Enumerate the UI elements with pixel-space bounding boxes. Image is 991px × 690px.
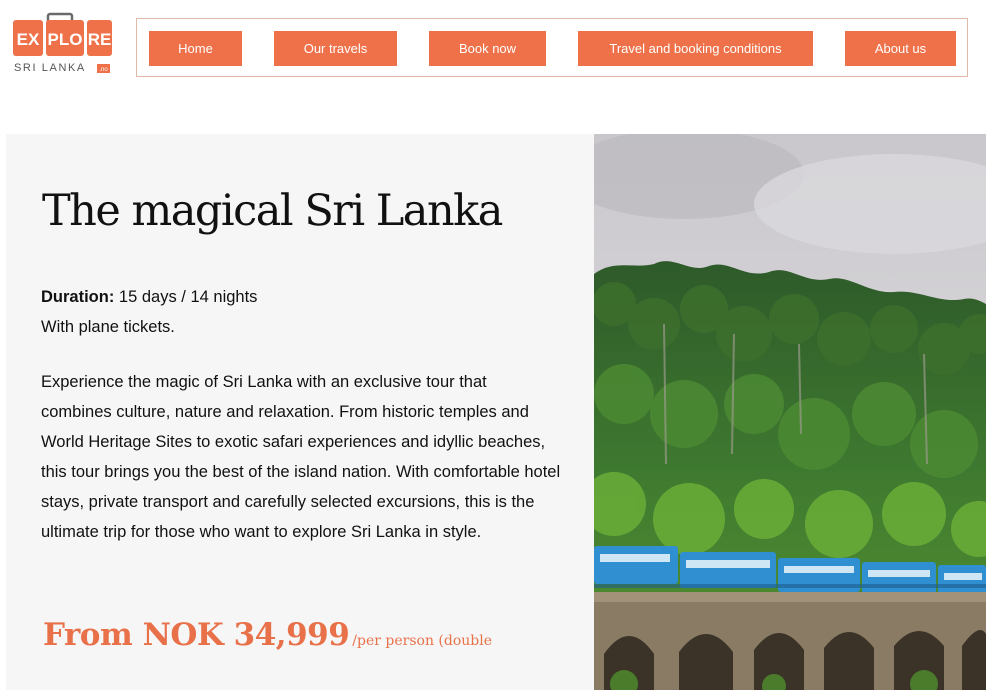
train-on-bridge-photo (564, 134, 986, 690)
duration-value: 15 days / 14 nights (118, 288, 258, 306)
nav-home-button[interactable]: Home (149, 31, 242, 66)
tour-description: Experience the magic of Sri Lanka with a… (41, 373, 561, 541)
price-unit: /per person (double (352, 633, 493, 649)
duration-label: Duration: (41, 288, 115, 306)
price-amount: From NOK 34,999 (43, 617, 350, 653)
logo-letters-plo: PLO (48, 30, 83, 49)
main-navigation: Home Our travels Book now Travel and boo… (136, 18, 968, 77)
tour-duration: Duration: 15 days / 14 nights (41, 282, 257, 312)
tour-hero-section: The magical Sri Lanka Duration: 15 days … (6, 134, 986, 690)
plane-tickets-note: With plane tickets. (41, 318, 175, 336)
explore-sri-lanka-logo[interactable]: EX PLO RE SRI LANKA .no (12, 12, 112, 76)
logo-letters-re: RE (88, 30, 112, 49)
tour-title: The magical Sri Lanka (42, 186, 503, 236)
logo-suffix: .no (99, 67, 108, 73)
logo-subtitle: SRI LANKA (14, 62, 86, 74)
nav-travel-conditions-button[interactable]: Travel and booking conditions (578, 31, 813, 66)
nav-book-now-button[interactable]: Book now (429, 31, 546, 66)
tour-info-panel: The magical Sri Lanka Duration: 15 days … (6, 134, 594, 690)
logo-letters-ex: EX (17, 30, 40, 49)
nav-about-us-button[interactable]: About us (845, 31, 956, 66)
tour-price: From NOK 34,999/per person (double (43, 617, 492, 653)
site-header: EX PLO RE SRI LANKA .no Home Our travels… (0, 0, 991, 110)
nav-our-travels-button[interactable]: Our travels (274, 31, 397, 66)
